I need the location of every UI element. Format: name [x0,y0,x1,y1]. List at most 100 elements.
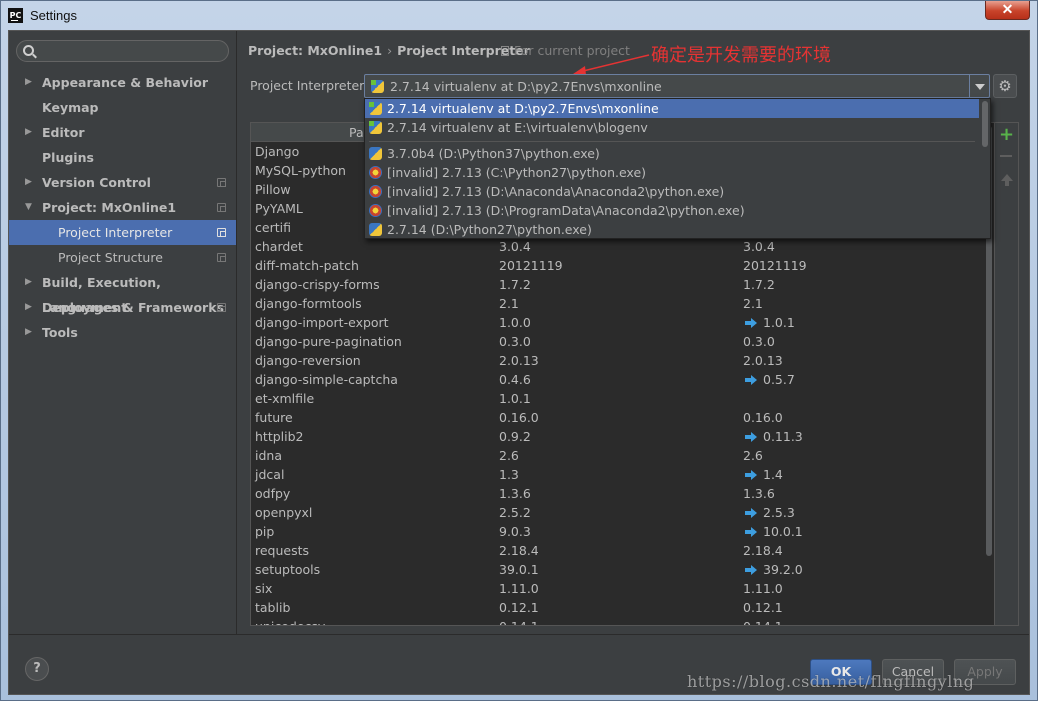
settings-window: PC Settings ✕ ▶ Appearance & Behavior Ke… [0,0,1038,701]
remove-package-button[interactable] [1000,155,1012,157]
package-name: django-formtools [255,296,362,311]
table-row[interactable]: unicodecsv 0.14.1 0.14.1 [251,617,984,625]
project-settings-icon [217,178,226,187]
upgrade-arrow-icon [745,375,757,385]
package-name: django-reversion [255,353,361,368]
table-row[interactable]: chardet 3.0.4 3.0.4 [251,237,984,256]
package-latest-version: 1.4 [763,467,783,482]
package-version: 20121119 [499,258,563,273]
package-name: et-xmlfile [255,391,315,406]
sidebar-item-appearance[interactable]: ▶ Appearance & Behavior [9,70,236,95]
package-version: 1.11.0 [499,581,539,596]
interpreter-option[interactable]: [invalid] 2.7.13 (D:\Anaconda\Anaconda2\… [365,182,979,201]
package-version: 2.18.4 [499,543,539,558]
table-row[interactable]: django-crispy-forms 1.7.2 1.7.2 [251,275,984,294]
add-package-button[interactable]: + [999,126,1014,144]
table-row[interactable]: requests 2.18.4 2.18.4 [251,541,984,560]
package-name: tablib [255,600,291,615]
package-version: 1.3 [499,467,519,482]
package-name: diff-match-patch [255,258,359,273]
sidebar-item-label: Keymap [42,100,99,115]
interpreter-settings-button[interactable]: ⚙ [993,74,1017,98]
table-row[interactable]: six 1.11.0 1.11.0 [251,579,984,598]
project-scope-icon [501,46,509,56]
package-version: 2.6 [499,448,519,463]
table-row[interactable]: setuptools 39.0.1 39.2.0 [251,560,984,579]
table-row[interactable]: pip 9.0.3 10.0.1 [251,522,984,541]
help-button[interactable]: ? [25,657,49,681]
breadcrumb-project[interactable]: Project: MxOnline1 [248,43,382,58]
table-row[interactable]: jdcal 1.3 1.4 [251,465,984,484]
interpreter-option-label: [invalid] 2.7.13 (C:\Python27\python.exe… [387,165,647,180]
table-row[interactable]: future 0.16.0 0.16.0 [251,408,984,427]
sidebar-item-plugins[interactable]: Plugins [9,145,236,170]
dropdown-separator [369,141,975,142]
title-bar: PC Settings ✕ [1,1,1037,30]
interpreter-option[interactable]: 3.7.0b4 (D:\Python37\python.exe) [365,144,979,163]
package-version: 9.0.3 [499,524,531,539]
sidebar-item-project-structure[interactable]: Project Structure [9,245,236,270]
package-latest-version: 0.14.1 [743,617,783,625]
search-icon [23,45,34,56]
dropdown-scrollbar[interactable] [979,99,990,238]
package-name: django-crispy-forms [255,277,380,292]
sidebar-item-project-interpreter[interactable]: Project Interpreter [9,220,236,245]
package-version: 1.0.1 [499,391,531,406]
interpreter-selected-value: 2.7.14 virtualenv at D:\py2.7Envs\mxonli… [390,79,662,94]
table-row[interactable]: idna 2.6 2.6 [251,446,984,465]
interpreter-label: Project Interpreter: [250,78,369,93]
interpreter-select[interactable]: 2.7.14 virtualenv at D:\py2.7Envs\mxonli… [364,74,990,98]
python-venv-icon [371,80,384,93]
sidebar-item-build[interactable]: ▶ Build, Execution, Deployment [9,270,236,315]
sidebar-item-version-control[interactable]: ▶ Version Control [9,170,236,195]
upgrade-arrow-icon [745,470,757,480]
package-name: unicodecsv [255,617,325,625]
sidebar-item-keymap[interactable]: Keymap [9,95,236,120]
table-row[interactable]: django-reversion 2.0.13 2.0.13 [251,351,984,370]
interpreter-option[interactable]: 2.7.14 virtualenv at E:\virtualenv\bloge… [365,118,979,137]
table-row[interactable]: openpyxl 2.5.2 2.5.3 [251,503,984,522]
expand-arrow-icon: ▶ [25,77,32,87]
watermark-text: https://blog.csdn.net/flngflngylng [687,672,975,691]
package-version: 0.12.1 [499,600,539,615]
sidebar-item-label: Project Interpreter [58,225,173,240]
upgrade-package-button[interactable] [1001,174,1013,186]
table-row[interactable]: django-simple-captcha 0.4.6 0.5.7 [251,370,984,389]
chevron-down-icon[interactable] [969,75,989,97]
table-row[interactable]: httplib2 0.9.2 0.11.3 [251,427,984,446]
table-row[interactable]: odfpy 1.3.6 1.3.6 [251,484,984,503]
interpreter-option-label: [invalid] 2.7.13 (D:\ProgramData\Anacond… [387,203,745,218]
scrollbar-thumb[interactable] [982,101,988,147]
sidebar-item-project[interactable]: ▼ Project: MxOnline1 [9,195,236,220]
package-name: pip [255,524,275,539]
interpreter-option[interactable]: [invalid] 2.7.13 (D:\ProgramData\Anacond… [365,201,979,220]
table-row[interactable]: django-pure-pagination 0.3.0 0.3.0 [251,332,984,351]
settings-search-input[interactable] [16,40,229,62]
sidebar-item-tools[interactable]: ▶ Tools [9,320,236,345]
package-version: 0.16.0 [499,410,539,425]
package-version: 0.4.6 [499,372,531,387]
project-settings-icon [217,228,226,237]
interpreter-option[interactable]: [invalid] 2.7.13 (C:\Python27\python.exe… [365,163,979,182]
sidebar-item-editor[interactable]: ▶ Editor [9,120,236,145]
package-version: 1.7.2 [499,277,531,292]
table-row[interactable]: django-formtools 2.1 2.1 [251,294,984,313]
interpreter-option[interactable]: 2.7.14 virtualenv at D:\py2.7Envs\mxonli… [365,99,979,118]
project-settings-icon [217,203,226,212]
table-row[interactable]: tablib 0.12.1 0.12.1 [251,598,984,617]
interpreter-option-label: [invalid] 2.7.13 (D:\Anaconda\Anaconda2\… [387,184,725,199]
table-row[interactable]: django-import-export 1.0.0 1.0.1 [251,313,984,332]
package-latest-version: 1.3.6 [743,486,775,501]
package-version: 2.1 [499,296,519,311]
table-row[interactable]: diff-match-patch 20121119 20121119 [251,256,984,275]
package-name: odfpy [255,486,291,501]
package-latest-version: 0.11.3 [763,429,803,444]
close-button[interactable]: ✕ [985,1,1030,20]
expand-arrow-icon: ▶ [25,177,32,187]
package-name: requests [255,543,310,558]
sidebar-item-languages[interactable]: ▶ Languages & Frameworks [9,295,236,320]
python-venv-icon [369,102,382,115]
column-header-package[interactable]: Pa [349,125,364,140]
interpreter-option[interactable]: 2.7.14 (D:\Python27\python.exe) [365,220,979,238]
table-row[interactable]: et-xmlfile 1.0.1 [251,389,984,408]
